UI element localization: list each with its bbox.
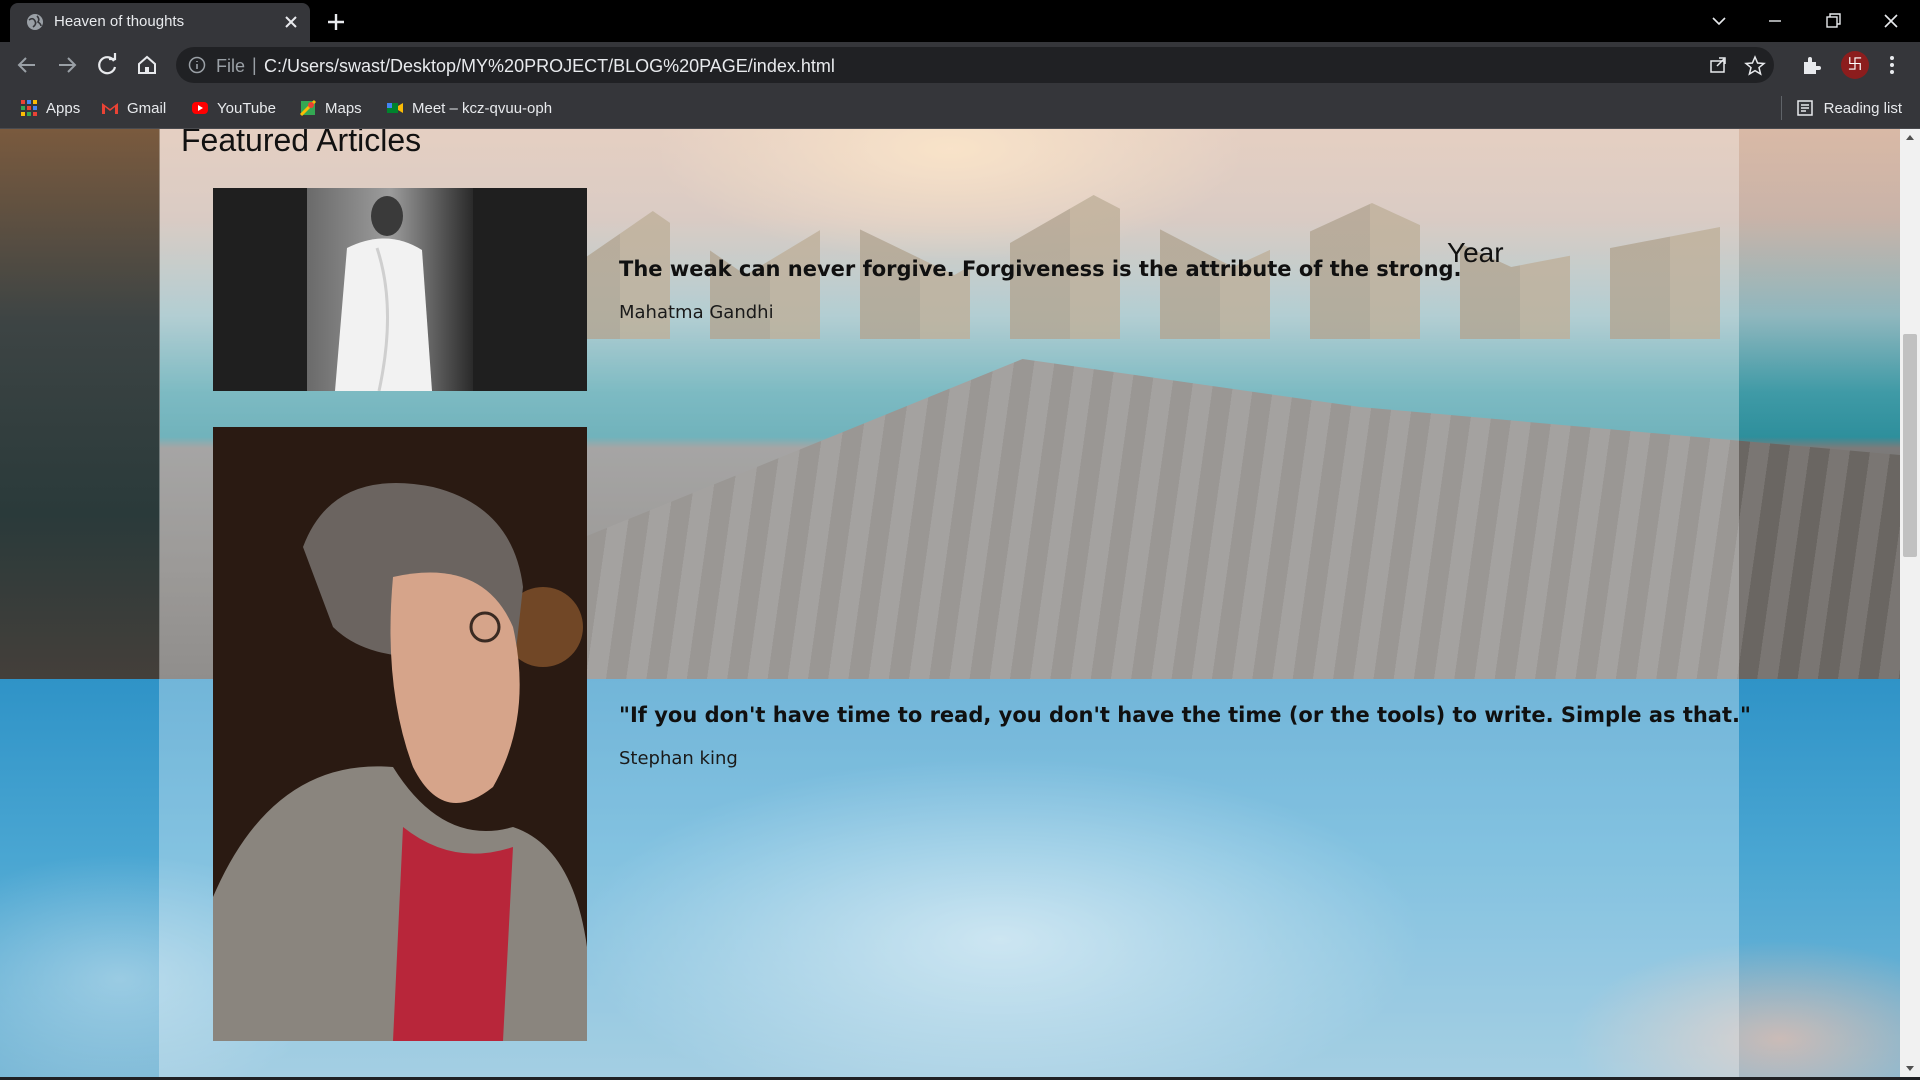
scroll-down-arrow-icon[interactable] bbox=[1900, 1059, 1920, 1077]
meet-icon bbox=[387, 103, 403, 113]
bookmark-gmail[interactable]: Gmail bbox=[101, 96, 166, 120]
close-tab-icon[interactable] bbox=[278, 9, 304, 35]
site-info-icon[interactable] bbox=[188, 56, 206, 74]
bookmark-label: Apps bbox=[46, 99, 81, 117]
url-text[interactable]: C:/Users/swast/Desktop/MY%20PROJECT/BLOG… bbox=[264, 56, 835, 77]
bookmark-apps[interactable]: Apps bbox=[20, 96, 80, 120]
page-viewport: Featured Articles Year The weak can neve… bbox=[0, 129, 1900, 1077]
vertical-scrollbar[interactable] bbox=[1900, 129, 1920, 1077]
close-window-icon[interactable] bbox=[1868, 5, 1914, 37]
apps-grid-icon bbox=[21, 100, 37, 116]
bookmark-label: Gmail bbox=[127, 99, 167, 117]
tab-strip: Heaven of thoughts bbox=[0, 0, 1920, 42]
bookmark-star-icon[interactable] bbox=[1744, 55, 1766, 77]
bookmark-label: Meet – kcz-qvuu-oph bbox=[412, 99, 553, 117]
share-icon[interactable] bbox=[1708, 55, 1728, 75]
stephen-king-portrait-figure bbox=[213, 427, 587, 1041]
bookmark-label: YouTube bbox=[217, 99, 276, 117]
profile-avatar[interactable]: 卐 bbox=[1841, 51, 1869, 79]
url-scheme: File bbox=[216, 56, 246, 76]
tab-title: Heaven of thoughts bbox=[54, 13, 185, 30]
reading-list-label: Reading list bbox=[1823, 99, 1902, 117]
minimize-icon[interactable] bbox=[1752, 5, 1798, 37]
bookmark-maps[interactable]: Maps bbox=[299, 96, 362, 120]
forward-icon[interactable] bbox=[51, 49, 83, 81]
article-quote: "If you don't have time to read, you don… bbox=[619, 703, 1751, 727]
article-quote: The weak can never forgive. Forgiveness … bbox=[619, 257, 1462, 281]
article-author: Mahatma Gandhi bbox=[619, 302, 774, 323]
kebab-menu-icon[interactable] bbox=[1880, 53, 1904, 77]
featured-articles-heading: Featured Articles bbox=[181, 129, 422, 158]
scrollbar-thumb[interactable] bbox=[1903, 334, 1917, 557]
extensions-puzzle-icon[interactable] bbox=[1800, 54, 1822, 76]
youtube-icon bbox=[192, 102, 208, 114]
bookmark-youtube[interactable]: YouTube bbox=[191, 96, 276, 120]
reading-list-icon bbox=[1796, 100, 1813, 116]
home-icon[interactable] bbox=[131, 49, 163, 81]
article-author: Stephan king bbox=[619, 748, 738, 769]
restore-icon[interactable] bbox=[1810, 5, 1856, 37]
gandhi-portrait-figure bbox=[307, 188, 473, 391]
gandhi-photo bbox=[213, 188, 587, 391]
background-room-detail bbox=[0, 129, 160, 679]
bookmark-meet[interactable]: Meet – kcz-qvuu-oph bbox=[386, 96, 552, 120]
reload-icon[interactable] bbox=[91, 49, 123, 81]
new-tab-icon[interactable] bbox=[322, 8, 350, 36]
browser-toolbar: File | C:/Users/swast/Desktop/MY%20PROJE… bbox=[0, 42, 1920, 88]
globe-icon bbox=[27, 14, 43, 30]
address-bar[interactable]: File | C:/Users/swast/Desktop/MY%20PROJE… bbox=[176, 47, 1774, 83]
browser-tab[interactable]: Heaven of thoughts bbox=[10, 3, 310, 42]
stephen-king-photo bbox=[213, 427, 587, 1041]
bookmark-label: Maps bbox=[325, 99, 362, 117]
tab-search-chevron-icon[interactable] bbox=[1696, 5, 1742, 37]
maps-icon bbox=[299, 99, 317, 117]
url-separator: | bbox=[252, 55, 257, 75]
bookmarks-bar: Apps Gmail YouTube Maps Meet – kcz-qvuu-… bbox=[0, 88, 1920, 129]
scroll-up-arrow-icon[interactable] bbox=[1900, 129, 1920, 147]
gmail-icon bbox=[102, 103, 118, 114]
back-icon[interactable] bbox=[11, 49, 43, 81]
reading-list-button[interactable]: Reading list bbox=[1780, 96, 1902, 120]
